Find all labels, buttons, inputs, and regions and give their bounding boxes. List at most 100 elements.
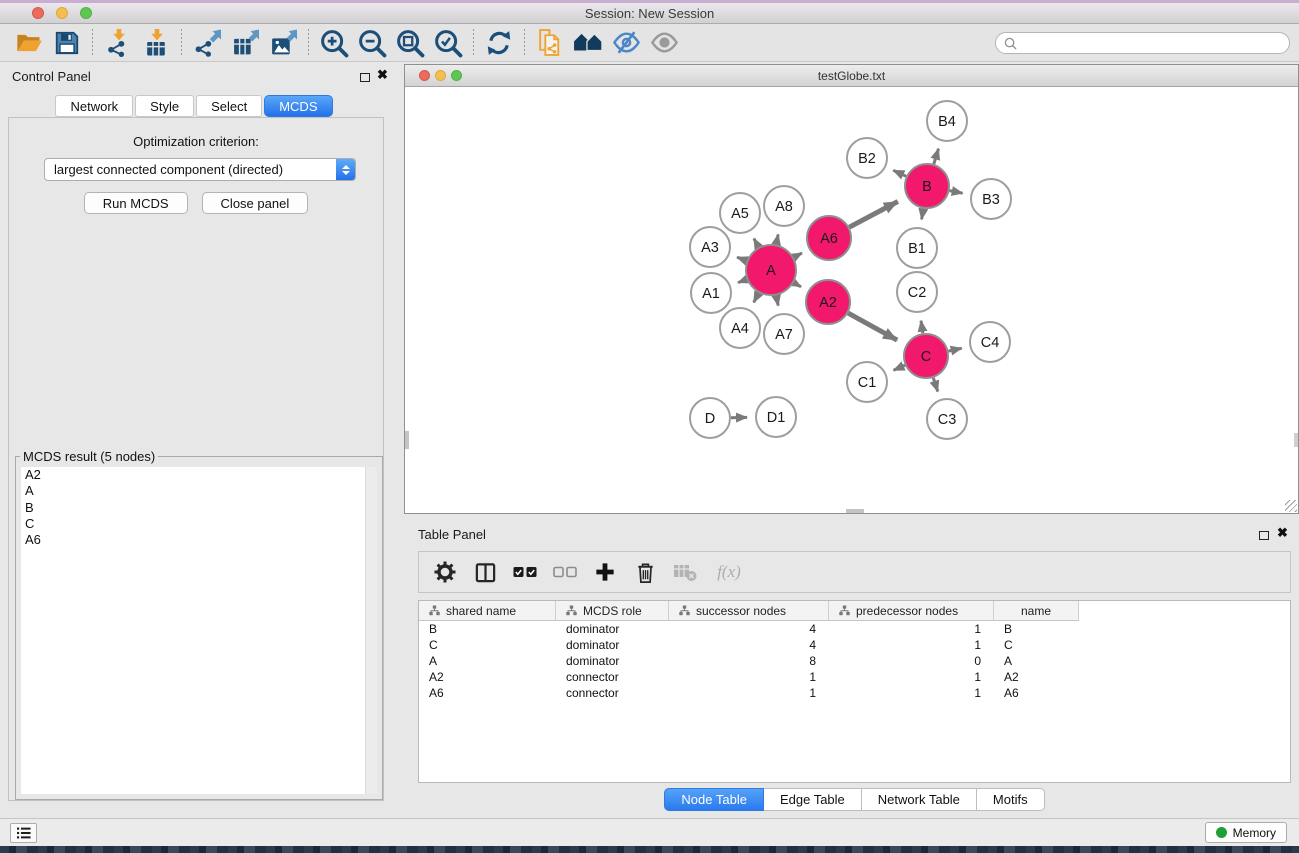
table-cell[interactable]: A2	[419, 670, 556, 684]
table-cell[interactable]: 1	[669, 670, 829, 684]
mcds-result-item[interactable]: B	[21, 500, 365, 516]
network-node-B3[interactable]: B3	[971, 179, 1011, 219]
table-cell[interactable]: dominator	[556, 638, 669, 652]
network-edge-B-B3[interactable]	[950, 191, 963, 194]
column-header-predecessor-nodes[interactable]: predecessor nodes	[829, 601, 994, 621]
table-cell[interactable]: 1	[829, 670, 994, 684]
table-cell[interactable]: 1	[829, 638, 994, 652]
network-node-B2[interactable]: B2	[847, 138, 887, 178]
mcds-result-item[interactable]: A6	[21, 532, 365, 548]
float-panel-icon[interactable]	[360, 73, 370, 82]
table-cell[interactable]: A6	[994, 686, 1079, 700]
splitpane-handle-bottom[interactable]	[846, 509, 864, 513]
tab-style[interactable]: Style	[135, 95, 194, 117]
memory-button[interactable]: Memory	[1205, 822, 1287, 843]
show-graphics-details-button[interactable]	[645, 27, 683, 59]
close-panel-button[interactable]: Close panel	[202, 192, 309, 214]
float-panel-icon[interactable]	[1259, 531, 1269, 540]
network-edge-A-A5[interactable]	[754, 239, 759, 248]
network-node-A7[interactable]: A7	[764, 314, 804, 354]
network-edge-A-A3[interactable]	[737, 257, 747, 261]
network-edge-A6-B[interactable]	[849, 202, 898, 228]
network-node-D1[interactable]: D1	[756, 397, 796, 437]
delete-table-button[interactable]	[667, 555, 703, 589]
splitpane-handle-left[interactable]	[405, 431, 409, 449]
column-header-shared-name[interactable]: shared name	[419, 601, 556, 621]
tab-node-table[interactable]: Node Table	[664, 788, 764, 811]
table-cell[interactable]: C	[419, 638, 556, 652]
table-cell[interactable]: dominator	[556, 622, 669, 636]
network-node-C3[interactable]: C3	[927, 399, 967, 439]
table-cell[interactable]: 1	[829, 686, 994, 700]
network-canvas[interactable]: B4 B2 B B3 A5 A8 A6 A3 B1 A A1 C2 A2	[405, 87, 1298, 513]
mcds-list-scrollbar[interactable]	[365, 467, 377, 794]
table-settings-button[interactable]	[427, 555, 463, 589]
network-node-A8[interactable]: A8	[764, 186, 804, 226]
network-edge-C-C2[interactable]	[921, 321, 923, 334]
table-cell[interactable]: connector	[556, 686, 669, 700]
network-node-A1[interactable]: A1	[691, 273, 731, 313]
hide-graphics-details-button[interactable]	[607, 27, 645, 59]
table-cell[interactable]: A	[994, 654, 1079, 668]
network-node-A5[interactable]: A5	[720, 193, 760, 233]
function-builder-button[interactable]: f(x)	[707, 555, 751, 589]
show-panels-button[interactable]	[10, 823, 37, 843]
network-edge-B-B4[interactable]	[934, 149, 939, 164]
open-file-button[interactable]	[10, 27, 48, 59]
network-edge-A2-C[interactable]	[848, 313, 897, 340]
zoom-out-button[interactable]	[353, 27, 391, 59]
tab-motifs[interactable]: Motifs	[977, 788, 1045, 811]
network-node-D[interactable]: D	[690, 398, 730, 438]
zoom-fit-button[interactable]	[391, 27, 429, 59]
network-node-B4[interactable]: B4	[927, 101, 967, 141]
select-all-button[interactable]	[507, 555, 543, 589]
column-header-MCDS-role[interactable]: MCDS role	[556, 601, 669, 621]
table-row[interactable]: Cdominator41C	[419, 637, 1290, 653]
table-cell[interactable]: 4	[669, 638, 829, 652]
tab-network-table[interactable]: Network Table	[862, 788, 977, 811]
table-cell[interactable]: A2	[994, 670, 1079, 684]
network-node-B[interactable]: B	[905, 164, 949, 208]
resize-grip-icon[interactable]	[1285, 500, 1297, 512]
tab-select[interactable]: Select	[196, 95, 262, 117]
network-edge-A-A8[interactable]	[776, 234, 778, 244]
column-header-name[interactable]: name	[994, 601, 1079, 621]
tab-mcds[interactable]: MCDS	[264, 95, 332, 117]
network-edge-A-A7[interactable]	[776, 296, 778, 306]
run-mcds-button[interactable]: Run MCDS	[84, 192, 188, 214]
network-node-C4[interactable]: C4	[970, 322, 1010, 362]
close-panel-icon[interactable]: ✖	[1277, 525, 1288, 541]
refresh-button[interactable]	[480, 27, 518, 59]
table-cell[interactable]: 1	[669, 686, 829, 700]
export-table-button[interactable]	[226, 27, 264, 59]
network-node-A4[interactable]: A4	[720, 308, 760, 348]
network-edge-C-C3[interactable]	[933, 378, 938, 392]
column-header-successor-nodes[interactable]: successor nodes	[669, 601, 829, 621]
delete-column-button[interactable]	[627, 555, 663, 589]
column-layout-button[interactable]	[467, 555, 503, 589]
mcds-result-item[interactable]: A	[21, 483, 365, 499]
zoom-selected-button[interactable]	[429, 27, 467, 59]
network-edge-A-A6[interactable]	[794, 253, 802, 257]
table-row[interactable]: Bdominator41B	[419, 621, 1290, 637]
save-session-button[interactable]	[48, 27, 86, 59]
table-cell[interactable]: dominator	[556, 654, 669, 668]
import-network-button[interactable]	[99, 27, 137, 59]
network-node-C1[interactable]: C1	[847, 362, 887, 402]
table-cell[interactable]: 1	[829, 622, 994, 636]
table-cell[interactable]: B	[419, 622, 556, 636]
network-edge-C-C1[interactable]	[894, 365, 906, 370]
table-cell[interactable]: 4	[669, 622, 829, 636]
network-node-B1[interactable]: B1	[897, 228, 937, 268]
tab-edge-table[interactable]: Edge Table	[764, 788, 862, 811]
network-node-C2[interactable]: C2	[897, 272, 937, 312]
table-cell[interactable]: B	[994, 622, 1079, 636]
network-edge-A-A4[interactable]	[754, 293, 759, 303]
splitpane-handle-right[interactable]	[1294, 433, 1298, 447]
import-table-button[interactable]	[137, 27, 175, 59]
network-edge-B-B2[interactable]	[893, 170, 906, 176]
tab-network[interactable]: Network	[55, 95, 133, 117]
network-node-C[interactable]: C	[904, 334, 948, 378]
export-network-button[interactable]	[188, 27, 226, 59]
zoom-in-button[interactable]	[315, 27, 353, 59]
